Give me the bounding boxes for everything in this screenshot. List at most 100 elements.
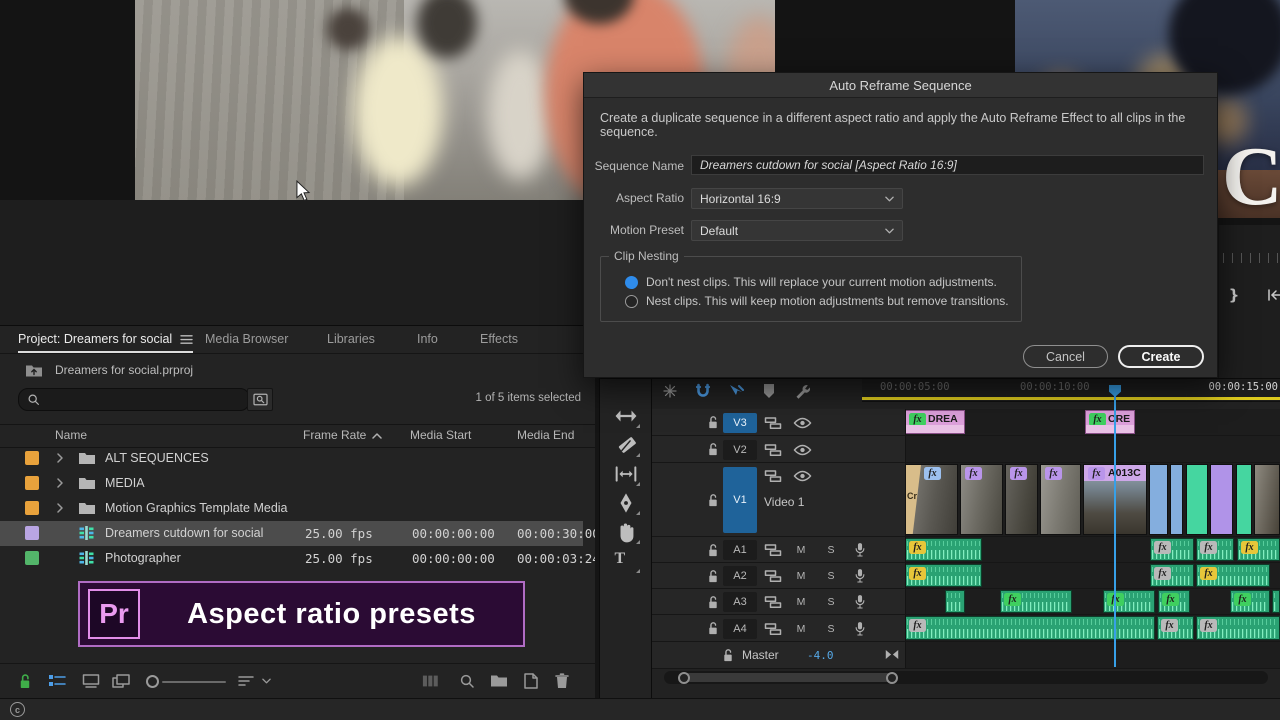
sequence-name-input[interactable]: Dreamers cutdown for social [Aspect Rati… [691, 155, 1204, 175]
track-select-icon[interactable] [615, 405, 637, 427]
fx-badge[interactable]: fx [1088, 467, 1105, 480]
project-breadcrumb[interactable]: Dreamers for social.prproj [25, 363, 193, 377]
audio-clip[interactable]: fx [905, 616, 1155, 640]
track-target-a4[interactable]: A4 [723, 619, 757, 639]
solo-button-a1[interactable]: S [824, 543, 838, 557]
zoom-handle-left[interactable] [678, 672, 690, 684]
video-clip-solid[interactable] [1170, 464, 1183, 535]
audio-clip[interactable]: fx [1157, 616, 1194, 640]
audio-clip[interactable]: fx [905, 538, 982, 561]
column-media-end[interactable]: Media End [517, 428, 574, 442]
thumbnail-zoom-track[interactable] [162, 681, 226, 683]
label-color-swatch[interactable] [25, 451, 39, 465]
type-icon[interactable]: T [615, 550, 637, 572]
thumbnail-zoom-knob[interactable] [146, 675, 159, 688]
fx-badge[interactable]: fx [1200, 541, 1217, 554]
tab-info[interactable]: Info [417, 326, 438, 352]
track-target-v1[interactable]: V1 [723, 467, 757, 533]
video-clip[interactable] [1254, 464, 1280, 535]
solo-button-a4[interactable]: S [824, 622, 838, 636]
column-media-start[interactable]: Media Start [410, 428, 471, 442]
column-frame-rate[interactable]: Frame Rate [303, 428, 366, 442]
video-clip-solid[interactable] [1210, 464, 1233, 535]
fx-badge[interactable]: fx [1200, 619, 1217, 632]
label-color-swatch[interactable] [25, 501, 39, 515]
fx-badge[interactable]: fx [909, 619, 926, 632]
audio-clip[interactable]: fx [1196, 616, 1280, 640]
audio-clip[interactable]: fx [1237, 538, 1280, 561]
fx-badge[interactable]: fx [1107, 593, 1124, 606]
timeline-playhead[interactable] [1114, 389, 1116, 667]
audio-clip[interactable]: fx [1150, 538, 1194, 561]
video-clip[interactable]: fx [1005, 464, 1038, 535]
fx-badge[interactable]: fx [1241, 541, 1258, 554]
aspect-ratio-select[interactable]: Horizontal 16:9 [691, 188, 903, 209]
audio-clip[interactable]: fx [1000, 590, 1072, 613]
timeline-scrollbar[interactable] [664, 671, 1268, 684]
tab-project-dreamers-for-social[interactable]: Project: Dreamers for social [18, 326, 193, 352]
solo-button-a3[interactable]: S [824, 595, 838, 609]
video-clip[interactable]: fx [1040, 464, 1081, 535]
fx-badge[interactable]: fx [1162, 593, 1179, 606]
track-target-a3[interactable]: A3 [723, 592, 757, 612]
fx-badge[interactable]: fx [924, 467, 941, 480]
track-target-v3[interactable]: V3 [723, 413, 757, 433]
track-lane-a1[interactable]: fx fx fx fx [905, 537, 1280, 562]
fx-badge[interactable]: fx [1154, 541, 1171, 554]
audio-clip[interactable]: fx [1150, 564, 1194, 587]
label-color-swatch[interactable] [25, 476, 39, 490]
hand-icon[interactable] [615, 521, 637, 543]
track-lane-v1[interactable]: fxCrfxfxfxA013Cfx [905, 463, 1280, 536]
fx-badge[interactable]: fx [1200, 567, 1217, 580]
video-clip[interactable]: fx [960, 464, 1003, 535]
tab-libraries[interactable]: Libraries [327, 326, 375, 352]
label-color-swatch[interactable] [25, 551, 39, 565]
project-row-bin[interactable]: MEDIA [0, 471, 583, 496]
project-row-bin[interactable]: ALT SEQUENCES [0, 446, 583, 471]
search-input[interactable] [18, 388, 250, 411]
track-lane-v3[interactable]: fxDREAfxCRE [905, 409, 1280, 435]
audio-clip[interactable]: fx [1158, 590, 1190, 613]
track-lane-v2[interactable] [905, 436, 1280, 462]
audio-clip[interactable]: fx [1103, 590, 1155, 613]
video-clip-solid[interactable] [1186, 464, 1208, 535]
fx-badge[interactable]: fx [1004, 593, 1021, 606]
dialog-title[interactable]: Auto Reframe Sequence [584, 73, 1217, 98]
dont-nest-radio[interactable]: Don't nest clips. This will replace your… [625, 275, 997, 289]
video-clip-solid[interactable] [1236, 464, 1252, 535]
fx-badge[interactable]: fx [909, 541, 926, 554]
project-row-sequence[interactable]: Dreamers cutdown for social25.00 fps00:0… [0, 521, 583, 546]
master-level-value[interactable]: -4.0 [807, 649, 834, 662]
track-lane-a2[interactable]: fxfxfx [905, 563, 1280, 588]
track-target-a1[interactable]: A1 [723, 540, 757, 560]
fx-badge[interactable]: fx [965, 467, 982, 480]
video-clip-title[interactable]: fxCRE [1085, 410, 1135, 434]
fx-badge[interactable]: fx [1161, 619, 1178, 632]
tab-effects[interactable]: Effects [480, 326, 518, 352]
zoom-handle-right[interactable] [886, 672, 898, 684]
cancel-button[interactable]: Cancel [1023, 345, 1108, 368]
radio-unselected-icon[interactable] [625, 295, 638, 308]
video-clip[interactable]: fxCr [905, 464, 958, 535]
column-name[interactable]: Name [55, 428, 87, 442]
track-lane-a4[interactable]: fx fx fx [905, 615, 1280, 641]
go-to-in-icon[interactable] [1267, 285, 1280, 305]
track-target-a2[interactable]: A2 [723, 566, 757, 586]
project-row-bin[interactable]: Motion Graphics Template Media [0, 496, 583, 521]
mute-button-a3[interactable]: M [794, 595, 808, 609]
fx-badge[interactable]: fx [909, 567, 926, 580]
track-target-v2[interactable]: V2 [723, 440, 757, 460]
fx-badge[interactable]: fx [1045, 467, 1062, 480]
project-row-sequence[interactable]: Photographer25.00 fps00:00:00:0000:00:03… [0, 546, 583, 571]
fx-badge[interactable]: fx [1010, 467, 1027, 480]
audio-clip[interactable]: fx [1230, 590, 1270, 613]
track-lane-a3[interactable]: fx fx fx fx [905, 589, 1280, 614]
fx-badge[interactable]: fx [1234, 593, 1251, 606]
scrollbar-range[interactable] [684, 673, 892, 682]
mute-button-a1[interactable]: M [794, 543, 808, 557]
slip-icon[interactable] [615, 463, 637, 485]
sort-ascending-icon[interactable] [372, 433, 382, 439]
solo-button-a2[interactable]: S [824, 569, 838, 583]
work-area-bar[interactable] [862, 397, 1280, 400]
mute-button-a4[interactable]: M [794, 622, 808, 636]
